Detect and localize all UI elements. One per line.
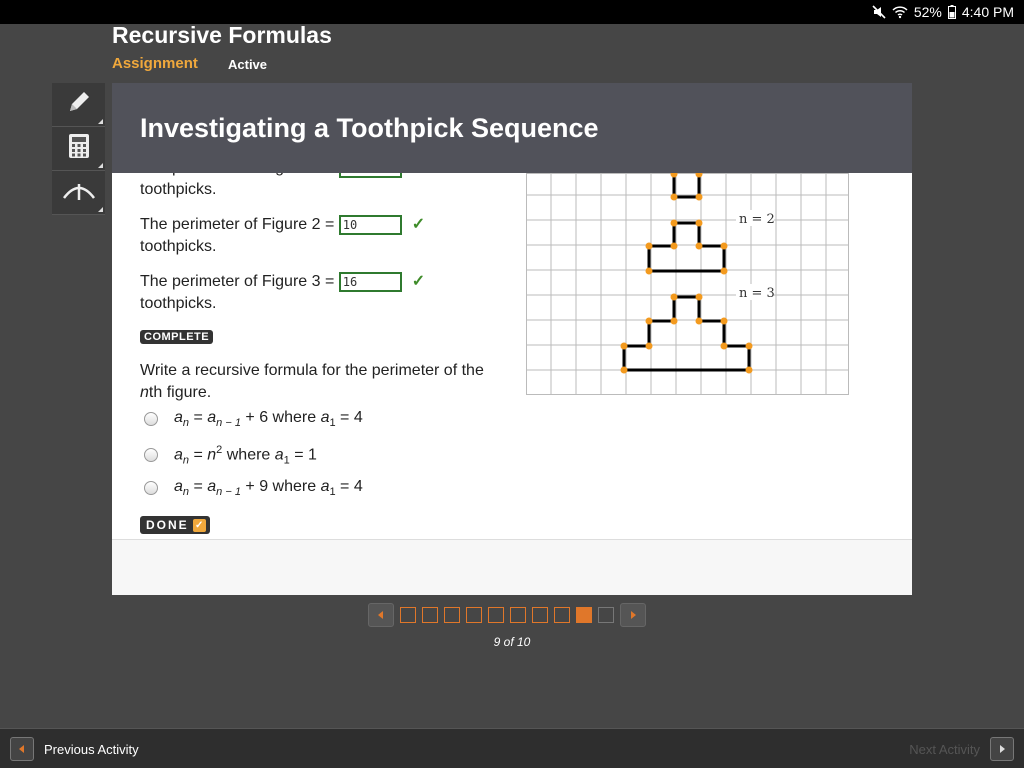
grid — [526, 173, 849, 395]
question-2: The perimeter of Figure 2 = 10 ✓ toothpic… — [140, 214, 425, 258]
next-activity-button[interactable]: Next Activity — [909, 737, 1014, 761]
page-box-3[interactable] — [444, 607, 460, 623]
option-2-radio[interactable] — [144, 448, 158, 463]
page-box-2[interactable] — [422, 607, 438, 623]
status-label: Active — [228, 57, 268, 72]
bottom-bar: Previous Activity Next Activity — [0, 728, 1024, 768]
done-button[interactable]: DONE ✓ — [140, 516, 210, 534]
correct-check-icon: ✓ — [411, 216, 426, 233]
figure-1-shape — [672, 173, 701, 199]
activity-panel: Investigating a Toothpick Sequence The p… — [112, 83, 912, 595]
pager — [368, 603, 646, 627]
figure-3-shape — [622, 295, 751, 372]
option-3-radio[interactable] — [144, 481, 158, 496]
pencil-icon — [65, 88, 93, 121]
figure-label-n3: n = 3 — [739, 286, 775, 301]
status-bar: 52% 4:40 PM — [0, 0, 1024, 24]
calculator-tool-button[interactable] — [52, 127, 105, 171]
toothpick-joints — [620, 173, 753, 374]
prompt-text: Write a recursive formula for the perime… — [140, 362, 484, 379]
panel-footer — [112, 539, 912, 595]
figure-2-shape — [647, 221, 726, 273]
pencil-tool-button[interactable] — [52, 83, 105, 127]
page-box-8[interactable] — [554, 607, 570, 623]
next-activity-label: Next Activity — [909, 741, 980, 757]
option-3[interactable]: an = an − 1 + 9 where a1 = 4 — [144, 478, 363, 498]
done-label: DONE — [146, 518, 189, 532]
option-3-label: an = an − 1 + 9 where a1 = 4 — [174, 478, 363, 499]
toothpick-figure: n = 2 n = 3 — [526, 173, 849, 395]
option-1-label: an = an − 1 + 6 where a1 = 4 — [174, 409, 363, 430]
mute-icon — [872, 5, 886, 19]
page-box-5[interactable] — [488, 607, 504, 623]
previous-activity-button[interactable]: Previous Activity — [10, 737, 139, 761]
reference-tool-button[interactable] — [52, 171, 105, 215]
wifi-icon — [892, 5, 908, 19]
next-page-button[interactable] — [620, 603, 646, 627]
arrow-left-icon — [378, 611, 383, 619]
question-3: The perimeter of Figure 3 = 16 ✓ toothpic… — [140, 271, 425, 315]
answer-2-field[interactable]: 10 — [338, 214, 402, 235]
tool-sidebar — [52, 83, 105, 215]
question-2-suffix: toothpicks. — [140, 238, 217, 255]
lesson-title: Recursive Formulas — [112, 22, 332, 48]
correct-check-icon: ✓ — [411, 273, 426, 290]
question-3-text: The perimeter of Figure 3 = — [140, 273, 335, 290]
page-box-6[interactable] — [510, 607, 526, 623]
prompt-n: n — [140, 384, 149, 401]
compass-icon — [61, 178, 97, 207]
page-box-4[interactable] — [466, 607, 482, 623]
option-2-label: an = n2 where a1 = 1 — [174, 444, 317, 467]
activity-header: Investigating a Toothpick Sequence — [112, 83, 912, 173]
option-1[interactable]: an = an − 1 + 6 where a1 = 4 — [144, 409, 363, 429]
page-counter: 9 of 10 — [493, 635, 531, 649]
prompt-text-end: th figure. — [148, 384, 212, 401]
question-prompt: Write a recursive formula for the perime… — [140, 360, 500, 404]
prev-page-button[interactable] — [368, 603, 394, 627]
page-box-7[interactable] — [532, 607, 548, 623]
clock: 4:40 PM — [961, 4, 1014, 20]
page-box-1[interactable] — [400, 607, 416, 623]
battery-level: 52% — [913, 4, 942, 20]
figure-label-n2: n = 2 — [739, 212, 775, 227]
question-1-suffix: toothpicks. — [140, 181, 217, 198]
option-2[interactable]: an = n2 where a1 = 1 — [144, 444, 317, 467]
activity-title: Investigating a Toothpick Sequence — [140, 113, 599, 143]
question-2-text: The perimeter of Figure 2 = — [140, 216, 335, 233]
check-icon: ✓ — [192, 518, 206, 532]
arrow-right-icon — [990, 737, 1014, 761]
complete-badge: COMPLETE — [140, 330, 214, 344]
page-box-9[interactable] — [576, 607, 592, 623]
arrow-right-icon — [631, 611, 636, 619]
question-3-suffix: toothpicks. — [140, 295, 217, 312]
previous-activity-label: Previous Activity — [44, 741, 139, 757]
assignment-label: Assignment — [112, 55, 198, 72]
option-1-radio[interactable] — [144, 412, 158, 427]
battery-icon — [947, 5, 956, 19]
arrow-left-icon — [10, 737, 34, 761]
answer-3-field[interactable]: 16 — [338, 271, 402, 292]
calculator-icon — [67, 133, 91, 164]
page-box-10[interactable] — [598, 607, 614, 623]
